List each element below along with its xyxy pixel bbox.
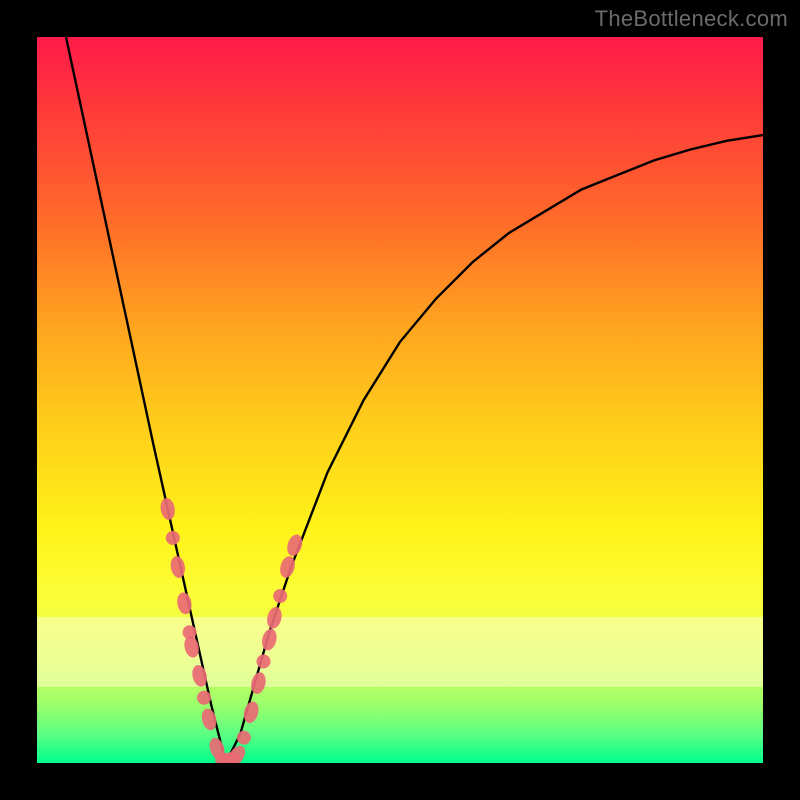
marker-point	[255, 653, 272, 670]
marker-point	[182, 634, 201, 659]
curve-layer	[37, 37, 763, 763]
marker-group	[159, 497, 305, 763]
plot-area	[37, 37, 763, 763]
marker-point	[169, 555, 187, 579]
marker-point	[235, 729, 253, 747]
marker-point	[165, 530, 181, 546]
marker-point	[260, 627, 279, 652]
marker-point	[159, 497, 177, 521]
chart-frame: TheBottleneck.com	[0, 0, 800, 800]
marker-point	[272, 587, 289, 604]
marker-point	[200, 707, 219, 732]
watermark-text: TheBottleneck.com	[595, 6, 788, 32]
marker-point	[265, 605, 284, 630]
bottleneck-curve	[66, 37, 763, 763]
